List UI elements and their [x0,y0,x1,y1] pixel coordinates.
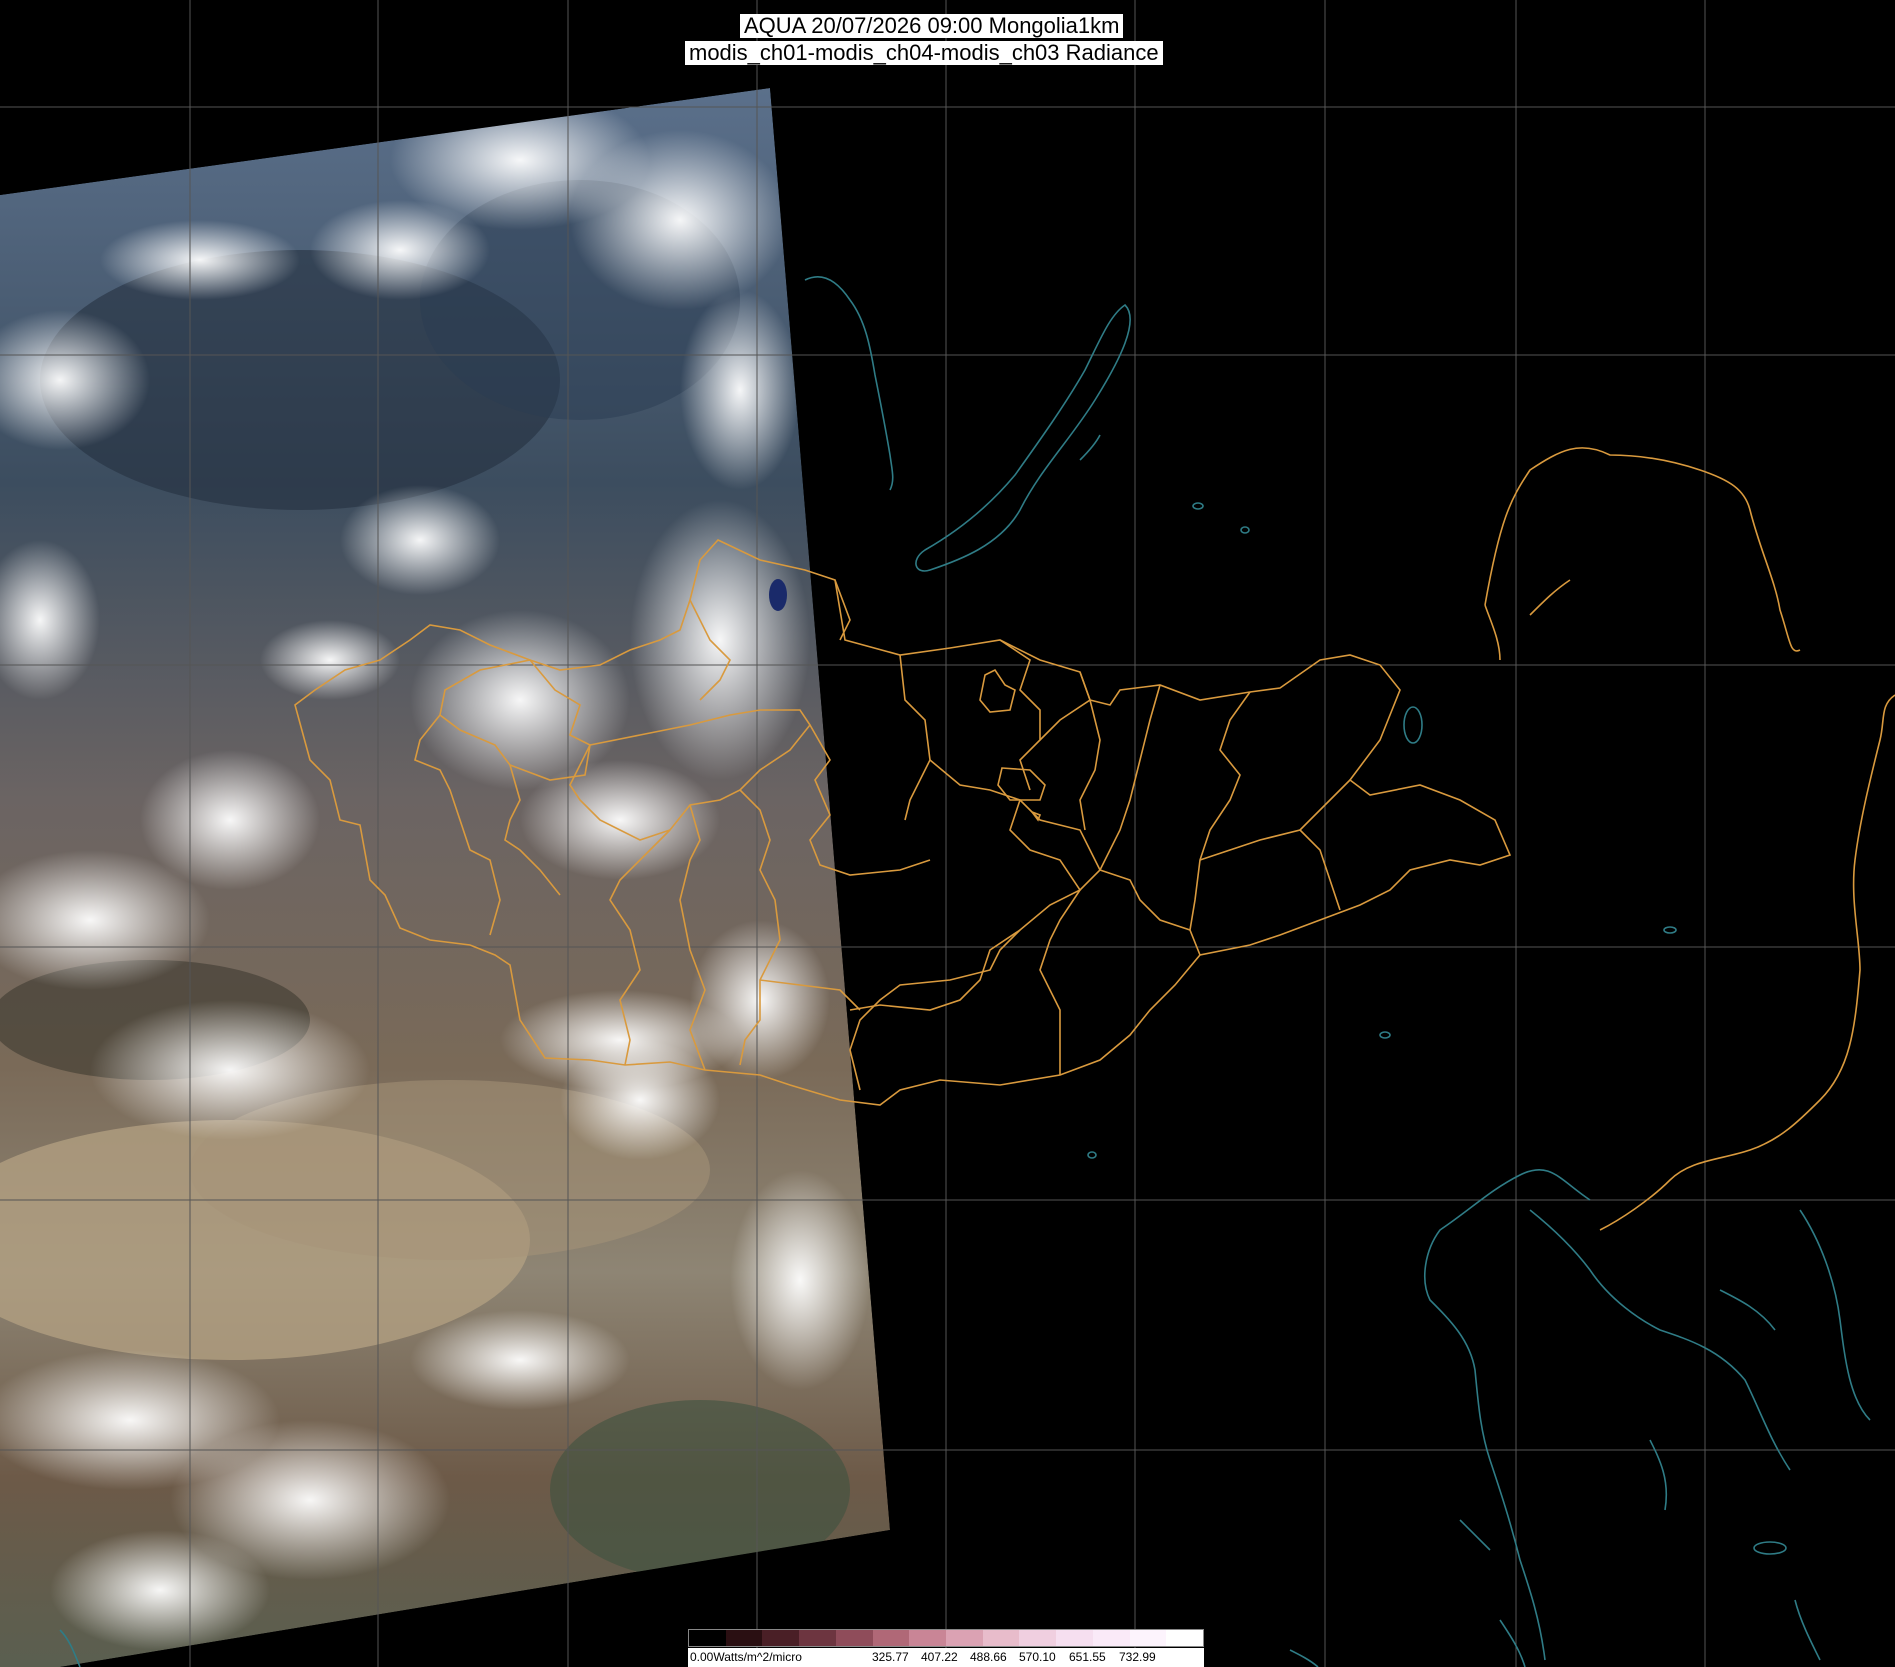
colorbar-cell [909,1630,947,1646]
map-canvas [0,0,1895,1667]
colorbar-cell [982,1630,1020,1646]
colorbar-cell [835,1630,873,1646]
colorbar-labels: 0.00Watts/m^2/micro 325.77 407.22 488.66… [688,1648,1204,1667]
colorbar-cell [1166,1630,1204,1646]
colorbar-label: 651.55 [1069,1650,1106,1664]
colorbar-cell [689,1630,726,1646]
colorbar-cell [725,1630,763,1646]
colorbar-label-min: 0.00Watts/m^2/micro [690,1650,802,1664]
colorbar-label: 488.66 [970,1650,1007,1664]
colorbar-label: 570.10 [1019,1650,1056,1664]
colorbar-cell [1019,1630,1057,1646]
colorbar-cell [1092,1630,1130,1646]
colorbar-label-max: 732.99 [1119,1650,1156,1664]
map-subtitle: modis_ch01-modis_ch04-modis_ch03 Radianc… [685,41,1163,65]
colorbar-cell [872,1630,910,1646]
colorbar-cell [1129,1630,1167,1646]
colorbar-cell [762,1630,800,1646]
colorbar-label: 407.22 [921,1650,958,1664]
colorbar-cell [1056,1630,1093,1646]
colorbar-cell [799,1630,836,1646]
map-title: AQUA 20/07/2026 09:00 Mongolia1km [740,14,1124,38]
colorbar-label: 325.77 [872,1650,909,1664]
colorbar-strip [688,1629,1204,1647]
colorbar-cell [946,1630,983,1646]
colorbar-legend: 0.00Watts/m^2/micro 325.77 407.22 488.66… [688,1629,1204,1667]
